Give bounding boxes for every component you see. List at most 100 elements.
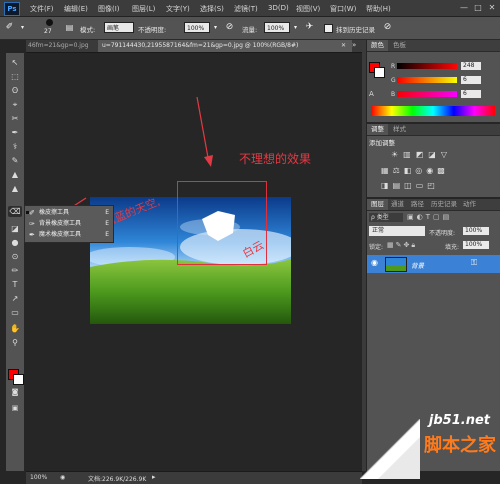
brush-size-preview[interactable]: 27 (42, 19, 58, 37)
tab-styles[interactable]: 样式 (389, 124, 410, 135)
channel-g-value[interactable]: 6 (461, 76, 481, 84)
menu-3d[interactable]: 3D(D) (268, 4, 289, 12)
pen-tool-icon[interactable]: ✏ (8, 265, 22, 276)
tab-document-2[interactable]: u=791144430,2195587164&fm=21&gp=0.jpg @ … (98, 40, 352, 52)
eraser-tool-preset-icon[interactable]: ✐ (4, 22, 15, 33)
background-color-swatch[interactable] (13, 374, 24, 385)
menu-help[interactable]: 帮助(H) (366, 4, 391, 14)
gradient-map-icon[interactable]: ▭ (416, 181, 428, 190)
healing-tool-icon[interactable]: ⚕ (8, 141, 22, 152)
menu-layer[interactable]: 图层(L) (132, 4, 155, 14)
filter-pixel-icon[interactable]: ▣ (407, 213, 417, 221)
quick-select-tool-icon[interactable]: ⌖ (8, 99, 22, 110)
pressure-size-icon[interactable]: ⊘ (382, 22, 393, 33)
filter-shape-icon[interactable]: ▢ (433, 213, 443, 221)
vibrance-icon[interactable]: ▽ (441, 150, 452, 159)
posterize-icon[interactable]: ▤ (393, 181, 405, 190)
channel-b-slider[interactable] (397, 91, 457, 97)
lasso-tool-icon[interactable]: ʘ (8, 85, 22, 96)
tab-overflow-icon[interactable]: » (352, 41, 356, 49)
levels-icon[interactable]: ▥ (403, 150, 416, 159)
flow-dropdown-icon[interactable]: ▾ (290, 22, 301, 33)
maximize-icon[interactable]: □ (472, 2, 484, 13)
filter-type-icon[interactable]: T (426, 213, 433, 221)
move-tool-icon[interactable]: ↖ (8, 57, 22, 68)
lookup-icon[interactable]: ▩ (437, 166, 449, 175)
close-icon[interactable]: ✕ (486, 2, 498, 13)
tab-color[interactable]: 颜色 (367, 40, 388, 51)
path-select-tool-icon[interactable]: ↗ (8, 293, 22, 304)
minimize-icon[interactable]: — (458, 2, 470, 13)
lock-all-icon[interactable]: 🔒︎ (411, 241, 417, 249)
tab-channels[interactable]: 通道 (387, 199, 408, 210)
stamp-tool-icon[interactable]: ▲ (8, 169, 22, 180)
flyout-eraser-tool[interactable]: ✐ 橡皮擦工具 E (26, 208, 111, 218)
chevron-down-icon[interactable]: ▾ (17, 22, 28, 33)
screen-mode-icon[interactable]: ▣ (8, 403, 22, 414)
menu-file[interactable]: 文件(F) (30, 4, 54, 14)
bw-icon[interactable]: ◧ (404, 166, 416, 175)
menu-filter[interactable]: 滤镜(T) (234, 4, 258, 14)
mixer-icon[interactable]: ◉ (426, 166, 437, 175)
zoom-level[interactable]: 100% (30, 474, 47, 481)
mode-select[interactable]: 画笔 (104, 22, 134, 33)
crop-tool-icon[interactable]: ✂ (8, 113, 22, 124)
layer-filter-select[interactable]: ρ 类型 (369, 213, 403, 222)
selective-color-icon[interactable]: ◰ (427, 181, 439, 190)
color-bg-swatch[interactable] (374, 67, 385, 78)
layer-row-background[interactable]: ◉ 背景 ⚿ (367, 255, 500, 273)
tab-document-1[interactable]: 46fm=21&gp=0.jpg (26, 40, 96, 52)
eraser-tool-icon[interactable]: ⌫ (8, 206, 22, 217)
tab-paths[interactable]: 路径 (407, 199, 428, 210)
brush-tool-icon[interactable]: ✎ (8, 155, 22, 166)
lock-transparent-icon[interactable]: ▦ (387, 241, 396, 249)
balance-icon[interactable]: ⚖ (393, 166, 404, 175)
menu-image[interactable]: 图像(I) (98, 4, 120, 14)
menu-edit[interactable]: 编辑(E) (64, 4, 88, 14)
brush-panel-icon[interactable]: ▤ (64, 22, 75, 33)
tab-layers[interactable]: 图层 (367, 199, 388, 210)
photo-filter-icon[interactable]: ◎ (415, 166, 426, 175)
opacity-field[interactable]: 100% (184, 22, 210, 33)
shape-tool-icon[interactable]: ▭ (8, 307, 22, 318)
gradient-tool-icon[interactable]: ◪ (8, 223, 22, 234)
flyout-magic-eraser-tool[interactable]: ✒ 魔术橡皮擦工具 E (27, 230, 111, 240)
status-info-icon[interactable]: ◉ (60, 474, 65, 481)
blur-tool-icon[interactable]: ● (8, 237, 22, 248)
airbrush-icon[interactable]: ✈ (304, 22, 315, 33)
curves-icon[interactable]: ◩ (416, 150, 429, 159)
tab-swatches[interactable]: 色板 (389, 40, 410, 51)
menu-type[interactable]: 文字(Y) (166, 4, 190, 14)
fill-field[interactable]: 100% (463, 241, 489, 249)
history-brush-tool-icon[interactable]: ▲ (8, 183, 22, 194)
menu-window[interactable]: 窗口(W) (330, 4, 356, 14)
zoom-tool-icon[interactable]: ⚲ (8, 337, 22, 348)
dodge-tool-icon[interactable]: ⊙ (8, 251, 22, 262)
filter-adjust-icon[interactable]: ◐ (417, 213, 426, 221)
filter-smart-icon[interactable]: ▤ (443, 213, 453, 221)
opacity-dropdown-icon[interactable]: ▾ (210, 22, 221, 33)
eyedropper-tool-icon[interactable]: ✒ (8, 127, 22, 138)
warning-icon[interactable]: A (369, 90, 374, 98)
flyout-background-eraser-tool[interactable]: ✑ 背景橡皮擦工具 E (27, 219, 111, 229)
hue-icon[interactable]: ▦ (381, 166, 393, 175)
history-checkbox[interactable] (324, 24, 333, 33)
pressure-opacity-icon[interactable]: ⊘ (224, 22, 235, 33)
channel-g-slider[interactable] (397, 77, 457, 83)
menu-view[interactable]: 视图(V) (296, 4, 320, 14)
tab-history[interactable]: 历史记录 (427, 199, 461, 210)
menu-select[interactable]: 选择(S) (200, 4, 224, 14)
quick-mask-icon[interactable]: ◙ (8, 387, 22, 398)
exposure-icon[interactable]: ◪ (428, 150, 441, 159)
marquee-tool-icon[interactable]: ⬚ (8, 71, 22, 82)
invert-icon[interactable]: ◨ (381, 181, 393, 190)
flow-field[interactable]: 100% (264, 22, 290, 33)
tab-actions[interactable]: 动作 (459, 199, 480, 210)
status-menu-icon[interactable]: ▸ (152, 473, 156, 481)
blend-mode-select[interactable]: 正常 (369, 226, 425, 236)
channel-b-value[interactable]: 6 (461, 90, 481, 98)
lock-pixels-icon[interactable]: ✎ (396, 241, 404, 249)
layer-opacity-field[interactable]: 100% (463, 227, 489, 235)
type-tool-icon[interactable]: T (8, 279, 22, 290)
spectrum-bar[interactable] (371, 106, 495, 116)
